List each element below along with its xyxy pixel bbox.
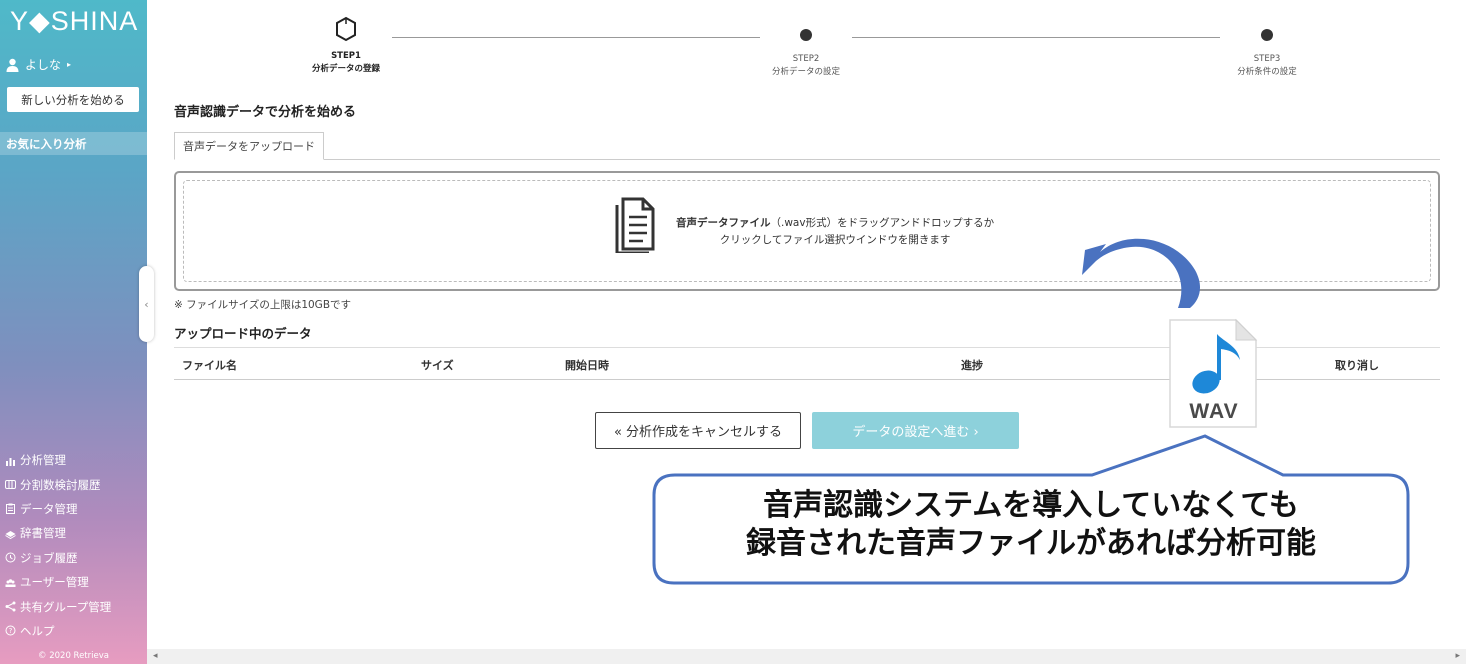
- step-1: STEP1 分析データの登録: [296, 15, 396, 76]
- column-cancel: 取り消し: [1335, 359, 1379, 372]
- dropzone-instructions: 音声データファイル（.wav形式）をドラッグアンドドロップするか クリックしてフ…: [676, 215, 994, 249]
- step-connector: [852, 37, 1220, 38]
- sidebar-item-users[interactable]: ユーザー管理: [5, 570, 111, 594]
- step-subtitle: 分析データの登録: [311, 64, 380, 74]
- callout-message: 音声認識システムを導入していなくても 録音された音声ファイルがあれば分析可能: [655, 487, 1407, 563]
- file-size-limit-note: ※ ファイルサイズの上限は10GBです: [174, 299, 352, 311]
- dropzone-text-line2: クリックしてファイル選択ウインドウを開きます: [719, 234, 951, 246]
- sidebar-item-label: ヘルプ: [20, 623, 55, 638]
- step-subtitle: 分析条件の設定: [1237, 67, 1297, 77]
- book-icon: [5, 530, 16, 539]
- sidebar-item-data[interactable]: データ管理: [5, 497, 111, 521]
- user-menu[interactable]: よしな ▸: [6, 56, 71, 73]
- dropzone-text-rest: （.wav形式）をドラッグアンドドロップするか: [770, 217, 995, 229]
- sidebar-item-split-history[interactable]: 分割数検討履歴: [5, 472, 111, 496]
- share-icon: [5, 601, 16, 612]
- clipboard-icon: [6, 503, 15, 515]
- document-icon: [615, 197, 655, 253]
- wav-file-label: WAV: [1189, 400, 1239, 423]
- scroll-left-icon[interactable]: ◂: [153, 651, 158, 661]
- user-name: よしな: [25, 58, 62, 72]
- column-start-time: 開始日時: [565, 359, 609, 372]
- uploads-section-title: アップロード中のデータ: [174, 326, 312, 341]
- step-title: STEP3: [1253, 54, 1281, 64]
- step-connector: [392, 37, 760, 38]
- horizontal-scrollbar[interactable]: ◂ ▸: [147, 649, 1466, 664]
- sidebar-item-label: 共有グループ管理: [20, 599, 112, 614]
- sidebar-item-help[interactable]: ? ヘルプ: [5, 619, 111, 643]
- sidebar-item-label: データ管理: [20, 501, 78, 516]
- sidebar-item-label: 辞書管理: [20, 526, 66, 541]
- sidebar-item-dictionary[interactable]: 辞書管理: [5, 521, 111, 545]
- main-content: STEP1 分析データの登録 STEP2 分析データの設定 STEP3 分析条件…: [147, 0, 1466, 664]
- uploads-table-header: ファイル名 サイズ 開始日時 進捗 取り消し: [174, 347, 1440, 380]
- callout-line-2: 録音された音声ファイルがあれば分析可能: [746, 526, 1316, 561]
- columns-icon: [5, 480, 16, 490]
- step-dot: [800, 29, 812, 41]
- sidebar: Y◆SHINA よしな ▸ 新しい分析を始める お気に入り分析 分析管理 分割数…: [0, 0, 147, 664]
- sidebar-item-label: ジョブ履歴: [20, 550, 78, 565]
- sidebar-item-job-history[interactable]: ジョブ履歴: [5, 546, 111, 570]
- tab-upload-audio[interactable]: 音声データをアップロード: [174, 132, 324, 160]
- new-analysis-button[interactable]: 新しい分析を始める: [7, 87, 139, 112]
- svg-text:?: ?: [9, 628, 13, 636]
- hexagon-step-icon: [336, 16, 356, 42]
- scroll-right-icon[interactable]: ▸: [1455, 651, 1460, 661]
- step-2: STEP2 分析データの設定: [756, 29, 856, 79]
- help-icon: ?: [5, 625, 16, 636]
- app-logo[interactable]: Y◆SHINA: [10, 6, 138, 37]
- favorites-section[interactable]: お気に入り分析: [0, 132, 147, 155]
- step-subtitle: 分析データの設定: [771, 67, 840, 77]
- step-title: STEP2: [792, 54, 820, 64]
- users-icon: [5, 578, 16, 587]
- cancel-analysis-button[interactable]: « 分析作成をキャンセルする: [595, 412, 801, 449]
- sidebar-item-analysis[interactable]: 分析管理: [5, 448, 111, 472]
- copyright: © 2020 Retrieva: [38, 651, 109, 661]
- column-progress: 進捗: [961, 359, 983, 372]
- step-title: STEP1: [331, 51, 361, 61]
- sidebar-item-label: ユーザー管理: [20, 575, 89, 590]
- history-icon: [5, 552, 16, 563]
- sidebar-item-label: 分析管理: [20, 453, 66, 468]
- step-dot: [1261, 29, 1273, 41]
- sidebar-item-share-groups[interactable]: 共有グループ管理: [5, 594, 111, 618]
- bar-chart-icon: [6, 457, 15, 466]
- column-size: サイズ: [421, 359, 454, 372]
- tab-bar-line: [174, 159, 1440, 160]
- file-dropzone[interactable]: 音声データファイル（.wav形式）をドラッグアンドドロップするか クリックしてフ…: [174, 171, 1440, 291]
- user-icon: [6, 58, 19, 72]
- callout-line-1: 音声認識システムを導入していなくても: [763, 488, 1299, 523]
- next-data-settings-button[interactable]: データの設定へ進む ›: [812, 412, 1019, 449]
- sidebar-nav: 分析管理 分割数検討履歴 データ管理 辞書管理 ジョブ履歴 ユーザー管理 共有グ…: [5, 448, 111, 643]
- column-filename: ファイル名: [182, 359, 237, 372]
- dropzone-file-type: 音声データファイル: [676, 217, 771, 229]
- page-title: 音声認識データで分析を始める: [174, 105, 357, 120]
- app-window: Y◆SHINA よしな ▸ 新しい分析を始める お気に入り分析 分析管理 分割数…: [0, 0, 1466, 664]
- sidebar-item-label: 分割数検討履歴: [20, 477, 101, 492]
- caret-right-icon: ▸: [67, 60, 72, 69]
- step-3: STEP3 分析条件の設定: [1217, 29, 1317, 79]
